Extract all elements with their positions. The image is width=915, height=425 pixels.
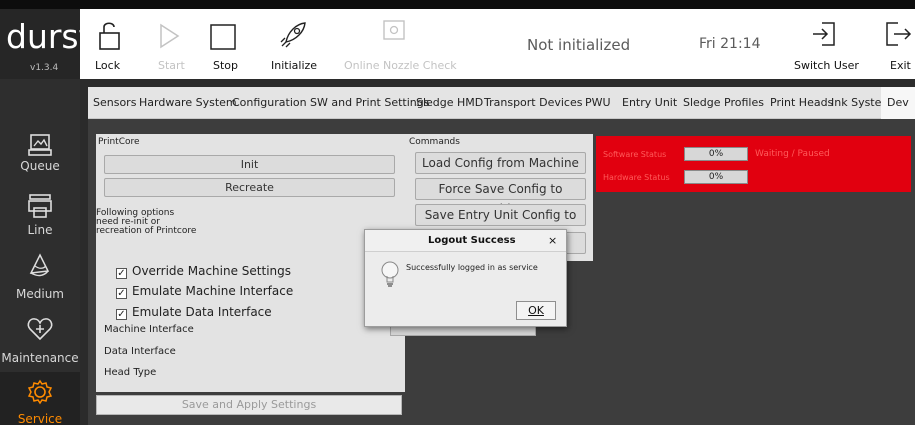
hardware-status-bar: 0% <box>684 170 748 184</box>
dialog-title: Logout Success <box>428 235 516 246</box>
lock-icon <box>99 22 120 50</box>
tab-sensors[interactable]: Sensors <box>93 96 136 109</box>
sidebar-item-label: Queue <box>20 159 60 173</box>
sidebar-item-service[interactable]: Service <box>0 372 80 425</box>
sidebar-item-label: Maintenance <box>1 351 79 365</box>
software-status-bar: 0% <box>684 147 748 161</box>
checkbox-mark: ✓ <box>116 309 127 320</box>
start-button[interactable]: Start <box>140 9 190 79</box>
load-config-button[interactable]: Load Config from Machine <box>415 152 586 174</box>
checkbox-label: Emulate Data Interface <box>132 305 272 319</box>
tab-transport-devices[interactable]: Transport Devices <box>484 96 582 109</box>
status-panel: Software Status 0% Waiting / Paused Hard… <box>596 136 911 192</box>
checkbox-label: Override Machine Settings <box>132 264 291 278</box>
tab-pwu[interactable]: PWU <box>585 96 611 109</box>
stop-icon <box>210 24 236 50</box>
machine-status-text: Not initialized <box>527 36 631 54</box>
software-status-label: Software Status <box>603 150 667 159</box>
tab-print-heads[interactable]: Print Heads <box>770 96 833 109</box>
clock-text: Fri 21:14 <box>699 36 761 52</box>
sidebar-item-label: Service <box>17 412 63 425</box>
login-icon <box>813 22 835 46</box>
top-strip <box>0 0 915 9</box>
tab-dev[interactable]: Dev <box>881 87 915 119</box>
version-label: v1.3.4 <box>30 63 59 73</box>
printcore-title: PrintCore <box>98 137 140 147</box>
checkbox-label: Emulate Machine Interface <box>132 284 294 298</box>
logo: durst v1.3.4 <box>0 9 92 79</box>
hardware-status-label: Hardware Status <box>603 173 670 182</box>
sidebar-item-queue[interactable]: Queue <box>0 129 80 191</box>
tab-sw-and-print-settings[interactable]: SW and Print Settings <box>310 96 429 109</box>
save-and-apply-button[interactable]: Save and Apply Settings <box>96 395 402 415</box>
sidebar-item-label: Medium <box>16 287 64 301</box>
head-type-label: Head Type <box>104 367 157 378</box>
tab-entry-unit[interactable]: Entry Unit <box>622 96 677 109</box>
sidebar-item-medium[interactable]: Medium <box>0 251 80 313</box>
emulate-data-interface-checkbox[interactable]: ✓ Emulate Data Interface <box>116 305 272 320</box>
sidebar-item-line[interactable]: Line <box>0 187 80 249</box>
logout-success-dialog: Logout Success × Successfully logged in … <box>364 229 567 327</box>
lock-button[interactable]: Lock <box>80 9 136 79</box>
force-save-config-button[interactable]: Force Save Config to Machine <box>415 178 586 216</box>
lock-label: Lock <box>95 59 121 72</box>
exit-button[interactable]: Exit <box>874 9 915 79</box>
logo-text: durst <box>6 17 92 56</box>
medium-icon <box>29 253 50 277</box>
dialog-titlebar: Logout Success × <box>365 230 566 252</box>
sidebar: durst v1.3.4 Queue Line Medium Maintenan… <box>0 9 92 425</box>
dialog-message: Successfully logged in as service <box>406 263 538 272</box>
tab-configuration[interactable]: Configuration <box>232 96 307 109</box>
recreate-button[interactable]: Recreate <box>104 178 395 197</box>
switch-user-button[interactable]: Switch User <box>784 9 864 79</box>
checkbox-mark: ✓ <box>116 288 127 299</box>
exit-icon <box>886 22 912 46</box>
start-label: Start <box>158 59 185 72</box>
printer-icon <box>28 194 52 218</box>
init-button[interactable]: Init <box>104 155 395 174</box>
exit-label: Exit <box>890 59 911 72</box>
rocket-icon <box>280 22 306 48</box>
stop-button[interactable]: Stop <box>200 9 250 79</box>
commands-title: Commands <box>409 137 460 147</box>
tab-sledge-hmd[interactable]: Sledge HMD <box>416 96 483 109</box>
settings-tabs: Sensors Hardware System Configuration SW… <box>88 87 915 119</box>
lightbulb-icon <box>381 261 399 287</box>
gear-icon <box>27 379 53 405</box>
sidebar-item-label: Line <box>27 223 53 237</box>
initialize-label: Initialize <box>271 59 318 72</box>
queue-icon <box>28 134 52 156</box>
options-note-3: recreation of Printcore <box>96 226 197 236</box>
printcore-panel: PrintCore Init Recreate Following option… <box>96 134 405 392</box>
close-icon[interactable]: × <box>548 234 557 247</box>
nozzle-icon <box>383 20 405 40</box>
machine-interface-label: Machine Interface <box>104 324 194 335</box>
ok-button[interactable]: OK <box>516 301 556 320</box>
software-status-state: Waiting / Paused <box>755 149 830 159</box>
data-interface-label: Data Interface <box>104 346 176 357</box>
tab-sledge-profiles[interactable]: Sledge Profiles <box>683 96 764 109</box>
stop-label: Stop <box>213 59 239 72</box>
emulate-machine-interface-checkbox[interactable]: ✓ Emulate Machine Interface <box>116 284 293 299</box>
checkbox-mark: ✓ <box>116 268 127 279</box>
maintenance-icon <box>27 318 53 341</box>
online-nozzle-check-button[interactable]: Online Nozzle Check <box>342 9 457 79</box>
override-machine-settings-checkbox[interactable]: ✓ Override Machine Settings <box>116 264 291 279</box>
sidebar-item-maintenance[interactable]: Maintenance <box>0 315 80 377</box>
initialize-button[interactable]: Initialize <box>262 9 322 79</box>
switch-user-label: Switch User <box>794 59 859 72</box>
save-entry-unit-config-button[interactable]: Save Entry Unit Config to File <box>415 204 586 242</box>
toolbar: Lock Start Stop Initialize Online Nozzle… <box>80 9 915 79</box>
tab-hardware-system[interactable]: Hardware System <box>139 96 237 109</box>
play-icon <box>160 23 180 49</box>
online-nozzle-check-label: Online Nozzle Check <box>344 59 457 72</box>
